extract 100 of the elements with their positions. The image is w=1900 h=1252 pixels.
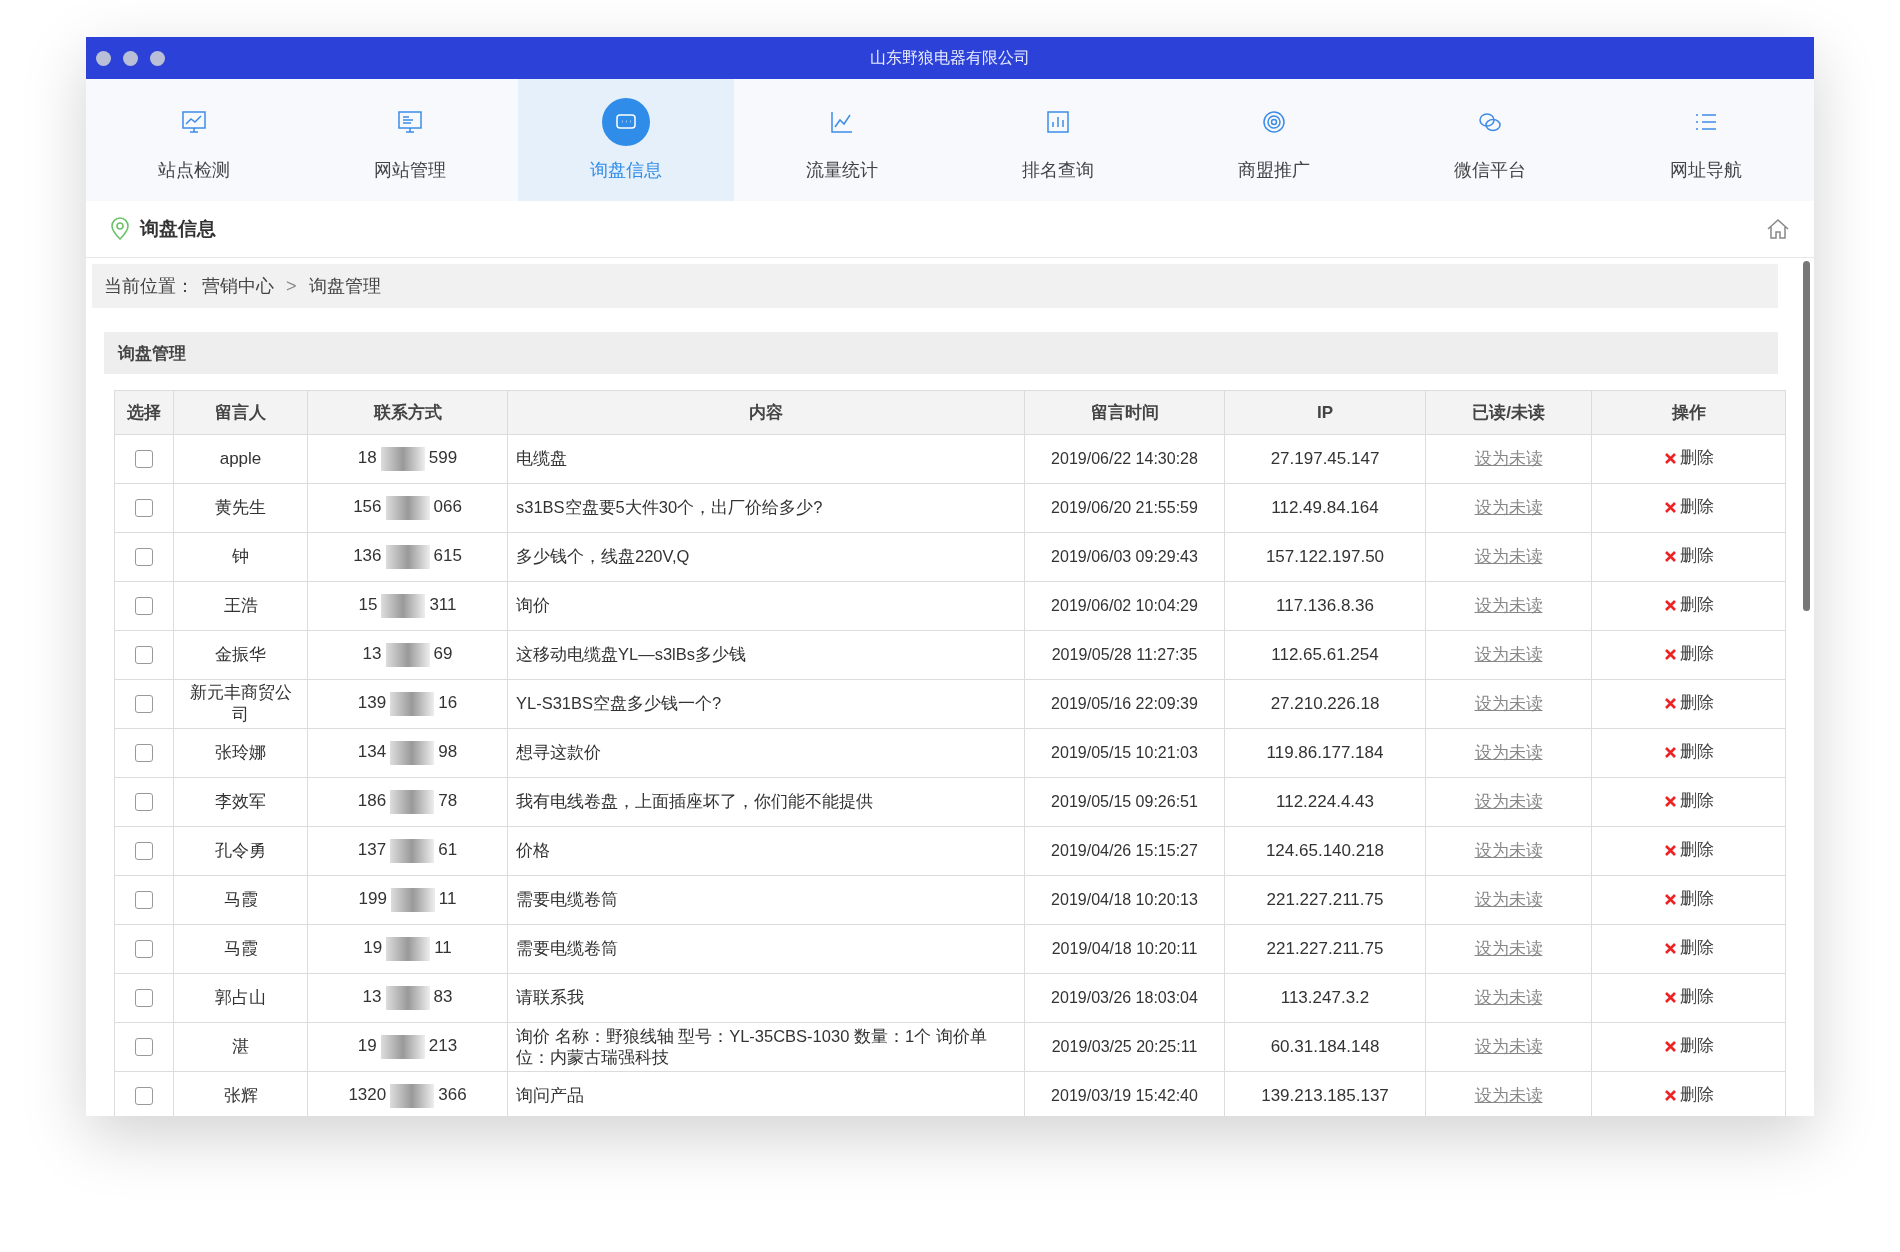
- close-icon: [1663, 843, 1677, 857]
- close-icon: [1663, 647, 1677, 661]
- window-title: 山东野狼电器有限公司: [870, 47, 1030, 68]
- phone-text: 11: [438, 889, 457, 909]
- row-checkbox[interactable]: [135, 597, 153, 616]
- column-header: 选择: [114, 390, 174, 435]
- mark-unread-link[interactable]: 设为未读: [1474, 497, 1543, 517]
- breadcrumb-link[interactable]: 营销中心: [202, 274, 274, 298]
- mark-unread-link[interactable]: 设为未读: [1474, 742, 1543, 762]
- scrollbar[interactable]: [1803, 261, 1810, 611]
- delete-link[interactable]: 删除: [1663, 937, 1714, 960]
- phone-text: 186: [357, 791, 387, 811]
- phone-text: 11: [434, 938, 452, 958]
- delete-link[interactable]: 删除: [1663, 1084, 1714, 1107]
- table-cell: 2019/03/25 20:25:11: [1024, 1022, 1225, 1072]
- table-cell: 124.65.140.218: [1224, 826, 1426, 876]
- mark-unread-link[interactable]: 设为未读: [1474, 987, 1543, 1007]
- phone-text: 18: [357, 448, 377, 468]
- phone-text: 599: [428, 448, 458, 468]
- mark-unread-link[interactable]: 设为未读: [1474, 595, 1543, 615]
- mark-unread-link[interactable]: 设为未读: [1474, 938, 1543, 958]
- delete-link[interactable]: 删除: [1663, 888, 1714, 911]
- row-checkbox[interactable]: [135, 450, 153, 469]
- nav-tab[interactable]: 网址导航: [1598, 79, 1814, 201]
- phone-text: 1320: [348, 1085, 387, 1105]
- phone-text: 199: [358, 889, 387, 909]
- close-icon: [1663, 1039, 1677, 1053]
- row-checkbox[interactable]: [135, 548, 153, 567]
- row-checkbox[interactable]: [135, 744, 153, 763]
- row-checkbox[interactable]: [135, 842, 153, 861]
- delete-link[interactable]: 删除: [1663, 545, 1714, 568]
- delete-link[interactable]: 删除: [1663, 594, 1714, 617]
- mark-unread-link[interactable]: 设为未读: [1474, 840, 1543, 860]
- redaction-block: [380, 447, 425, 471]
- home-icon[interactable]: [1766, 218, 1790, 240]
- delete-link[interactable]: 删除: [1663, 839, 1714, 862]
- mark-unread-link[interactable]: 设为未读: [1474, 791, 1543, 811]
- table-cell: 112.224.4.43: [1224, 777, 1426, 827]
- phone-text: 311: [429, 595, 457, 615]
- nav-tab[interactable]: 排名查询: [950, 79, 1166, 201]
- delete-link[interactable]: 删除: [1663, 790, 1714, 813]
- phone-text: 066: [433, 497, 462, 517]
- table-cell: 钟: [173, 532, 308, 582]
- table-cell: 黄先生: [173, 483, 308, 533]
- row-checkbox[interactable]: [135, 793, 153, 812]
- nav-tab[interactable]: 流量统计: [734, 79, 950, 201]
- close-icon: [1663, 941, 1677, 955]
- redaction-block: [390, 692, 435, 716]
- row-checkbox[interactable]: [135, 989, 153, 1008]
- table-cell: 电缆盘: [507, 434, 1025, 484]
- close-icon: [1663, 696, 1677, 710]
- close-icon: [1663, 892, 1677, 906]
- close-icon: [1663, 794, 1677, 808]
- row-checkbox[interactable]: [135, 940, 153, 959]
- redaction-block: [385, 986, 430, 1010]
- mark-unread-link[interactable]: 设为未读: [1474, 693, 1543, 713]
- row-checkbox[interactable]: [135, 695, 153, 714]
- nav-tab[interactable]: 网站管理: [302, 79, 518, 201]
- window-control-icon[interactable]: [150, 50, 165, 66]
- delete-link[interactable]: 删除: [1663, 986, 1714, 1009]
- mark-unread-link[interactable]: 设为未读: [1474, 644, 1543, 664]
- table-cell: 湛: [173, 1022, 308, 1072]
- row-checkbox[interactable]: [135, 499, 153, 518]
- mark-unread-link[interactable]: 设为未读: [1474, 1085, 1543, 1105]
- mark-unread-link[interactable]: 设为未读: [1474, 546, 1543, 566]
- delete-link[interactable]: 删除: [1663, 692, 1714, 715]
- row-checkbox[interactable]: [135, 646, 153, 665]
- breadcrumb-link[interactable]: 询盘管理: [308, 274, 381, 298]
- delete-link[interactable]: 删除: [1663, 741, 1714, 764]
- phone-text: 69: [433, 644, 453, 664]
- phone-text: 366: [438, 1085, 467, 1105]
- mark-unread-link[interactable]: 设为未读: [1474, 448, 1543, 468]
- nav-tab[interactable]: 站点检测: [86, 79, 302, 201]
- table-cell: 157.122.197.50: [1224, 532, 1426, 582]
- bar-chart-icon: [1045, 109, 1071, 135]
- table-cell: 2019/03/26 18:03:04: [1024, 973, 1225, 1023]
- delete-link[interactable]: 删除: [1663, 496, 1714, 519]
- nav-tab[interactable]: 微信平台: [1382, 79, 1598, 201]
- row-checkbox[interactable]: [135, 1087, 153, 1106]
- mark-unread-link[interactable]: 设为未读: [1474, 1036, 1543, 1056]
- nav-tab[interactable]: 商盟推广: [1166, 79, 1382, 201]
- table-cell: YL-S31BS空盘多少钱一个?: [507, 679, 1025, 729]
- delete-link[interactable]: 删除: [1663, 643, 1714, 666]
- delete-link[interactable]: 删除: [1663, 1035, 1714, 1058]
- phone-text: 83: [433, 987, 453, 1007]
- delete-link[interactable]: 删除: [1663, 447, 1714, 470]
- table-cell: 张玲娜: [173, 728, 308, 778]
- window-control-icon[interactable]: [96, 50, 111, 66]
- row-checkbox[interactable]: [135, 1038, 153, 1057]
- monitor-chart-icon: [181, 109, 207, 135]
- table-cell: 李效军: [173, 777, 308, 827]
- row-checkbox[interactable]: [135, 891, 153, 910]
- column-header: 留言时间: [1024, 390, 1225, 435]
- window-control-icon[interactable]: [123, 50, 138, 66]
- redaction-block: [386, 937, 431, 961]
- mark-unread-link[interactable]: 设为未读: [1474, 889, 1543, 909]
- table-cell: 2019/06/20 21:55:59: [1024, 483, 1225, 533]
- close-icon: [1663, 500, 1677, 514]
- table-cell: 需要电缆卷筒: [507, 924, 1025, 974]
- monitor-list-icon: [397, 109, 423, 135]
